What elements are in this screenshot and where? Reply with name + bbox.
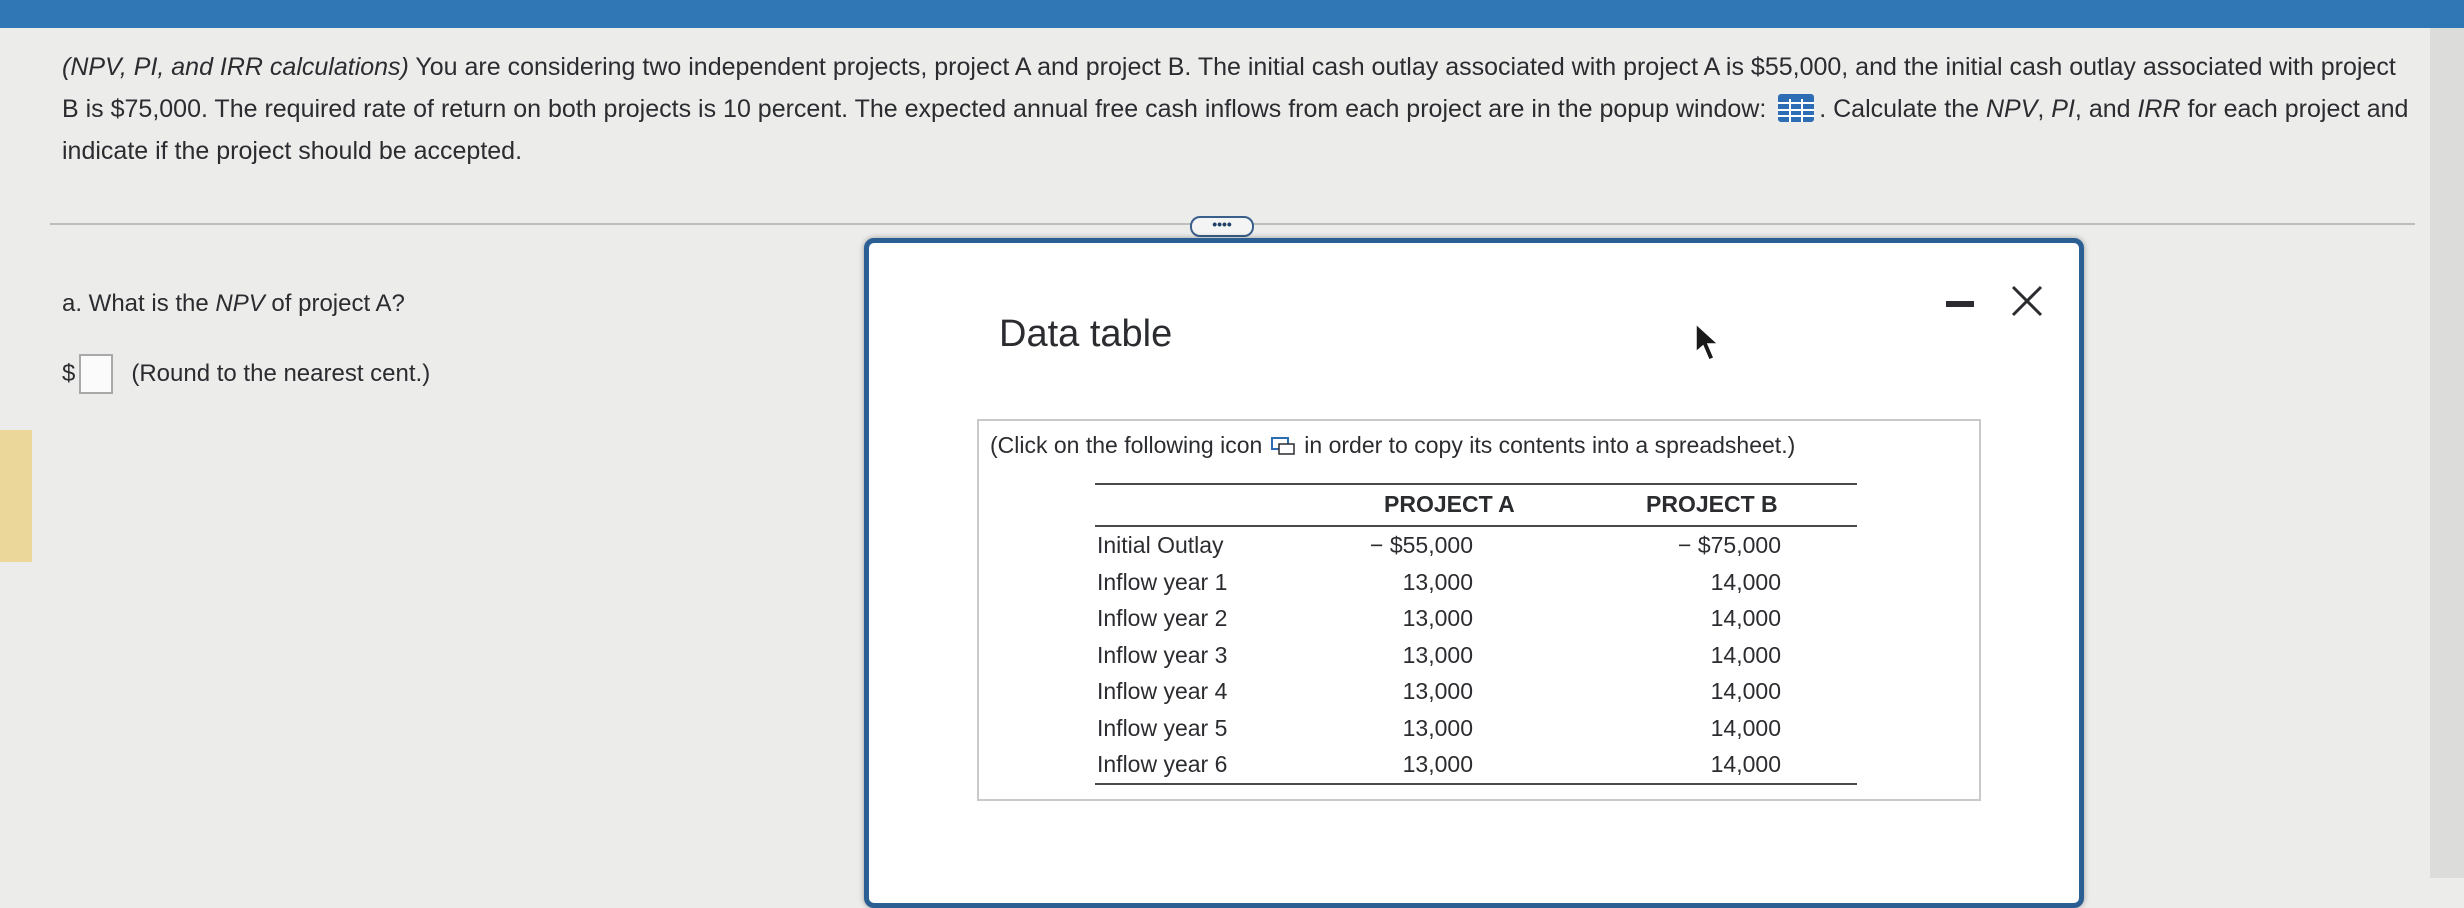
left-indicator-strip [0, 430, 32, 562]
question-text: (NPV, PI, and IRR calculations) You are … [62, 46, 2412, 172]
header-project-a: PROJECT A [1384, 491, 1515, 517]
row-label: Inflow year 6 [1097, 751, 1228, 777]
npv-answer-input[interactable] [79, 354, 114, 394]
project-b-value: − $75,000 [1678, 532, 1781, 558]
data-table-popup: Data table (Click on the following icon … [864, 238, 2084, 908]
project-b-value: 14,000 [1710, 641, 1781, 668]
question-body-2: . Calculate the [1819, 95, 1986, 123]
minimize-icon[interactable] [1946, 301, 1974, 307]
part-a-prefix: a. What is the [62, 290, 216, 317]
question-topic: (NPV, PI, and IRR calculations) [62, 53, 409, 81]
table-row: Initial Outlay − $55,000 − $75,000 [1095, 527, 1857, 564]
close-icon[interactable] [2007, 281, 2047, 321]
irr-term: IRR [2137, 95, 2181, 123]
header-project-b: PROJECT B [1646, 491, 1778, 517]
row-label: Inflow year 4 [1097, 678, 1228, 704]
table-row: Inflow year 6 13,000 14,000 [1095, 746, 1857, 783]
project-b-value: 14,000 [1710, 714, 1781, 741]
project-a-value: 13,000 [1402, 714, 1473, 741]
project-b-value: 14,000 [1710, 605, 1781, 631]
table-bottom-rule [1095, 782, 1857, 785]
data-table-panel: (Click on the following icon in order to… [977, 419, 1981, 801]
project-a-value: − $55,000 [1370, 532, 1473, 558]
row-label: Inflow year 1 [1097, 568, 1228, 595]
copy-instructions: (Click on the following icon in order to… [990, 432, 1795, 459]
copy-spreadsheet-icon[interactable] [1270, 436, 1296, 456]
question-sep: , [2037, 95, 2052, 123]
copy-note-start: (Click on the following icon [990, 432, 1263, 458]
row-label: Inflow year 2 [1097, 605, 1228, 631]
table-row: Inflow year 5 13,000 14,000 [1095, 710, 1857, 747]
project-a-value: 13,000 [1402, 605, 1473, 631]
table-row: Inflow year 1 13,000 14,000 [1095, 564, 1857, 601]
part-a-question: a. What is the NPV of project A? [62, 290, 405, 318]
npv-term: NPV [1985, 95, 2038, 123]
project-b-value: 14,000 [1710, 568, 1781, 595]
more-button[interactable]: •••• [1190, 216, 1254, 237]
project-a-value: 13,000 [1402, 678, 1473, 704]
table-header: PROJECT A PROJECT B [1095, 485, 1857, 525]
project-a-value: 13,000 [1402, 568, 1473, 595]
project-a-value: 13,000 [1402, 641, 1473, 668]
table-body: Initial Outlay − $55,000 − $75,000 Inflow y… [1095, 527, 1857, 783]
part-a-suffix: of project A? [264, 290, 405, 317]
table-row: Inflow year 3 13,000 14,000 [1095, 637, 1857, 674]
pi-term: PI [2051, 95, 2075, 123]
grid-table-icon[interactable] [1777, 93, 1815, 123]
cash-flow-table: PROJECT A PROJECT B Initial Outlay − $55,… [1095, 483, 1857, 785]
table-row: Inflow year 4 13,000 14,000 [1095, 673, 1857, 710]
copy-note-end: in order to copy its contents into a spr… [1304, 432, 1796, 458]
rounding-hint: (Round to the nearest cent.) [131, 360, 431, 387]
mouse-cursor-icon [1695, 322, 1720, 361]
question-sep-2: , and [2074, 95, 2138, 123]
row-label: Initial Outlay [1097, 532, 1224, 558]
project-b-value: 14,000 [1710, 751, 1781, 777]
part-a-answer-row: $ (Round to the nearest cent.) [62, 354, 430, 394]
project-a-value: 13,000 [1402, 751, 1473, 777]
row-label: Inflow year 3 [1097, 641, 1228, 668]
part-a-npv-term: NPV [215, 290, 265, 317]
currency-symbol: $ [62, 360, 76, 387]
row-label: Inflow year 5 [1097, 714, 1228, 741]
popup-title: Data table [999, 313, 1173, 355]
right-margin [2430, 28, 2464, 878]
top-bar [0, 0, 2464, 28]
project-b-value: 14,000 [1710, 678, 1781, 704]
table-row: Inflow year 2 13,000 14,000 [1095, 600, 1857, 637]
